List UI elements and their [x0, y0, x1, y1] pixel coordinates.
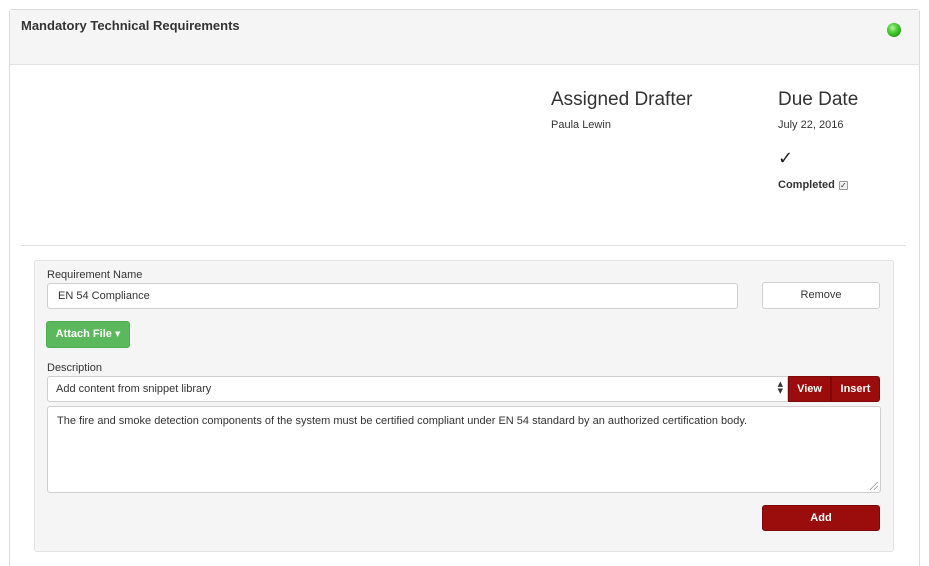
status-indicator-icon [887, 23, 901, 37]
description-label: Description [47, 362, 103, 374]
resize-grip-icon[interactable] [870, 482, 878, 490]
snippet-library-select[interactable]: Add content from snippet library ▲ ▼ [47, 376, 788, 402]
checkmark-icon: ✓ [778, 148, 794, 169]
requirement-name-label: Requirement Name [47, 269, 143, 281]
assigned-drafter-heading: Assigned Drafter [551, 89, 693, 110]
remove-button[interactable]: Remove [762, 282, 880, 309]
description-text: The fire and smoke detection components … [57, 415, 748, 427]
section-divider [21, 245, 906, 246]
add-button[interactable]: Add [762, 505, 880, 531]
completed-status: Completed ✓ [778, 179, 848, 191]
description-textarea[interactable]: The fire and smoke detection components … [47, 406, 881, 493]
assigned-drafter-name: Paula Lewin [551, 119, 611, 131]
completed-checkbox[interactable]: ✓ [838, 180, 848, 190]
view-snippet-button[interactable]: View [788, 376, 831, 402]
select-arrows-icon: ▲ ▼ [777, 380, 783, 395]
attach-file-button[interactable]: Attach File ▼ [46, 321, 130, 348]
insert-snippet-button[interactable]: Insert [831, 376, 880, 402]
due-date-value: July 22, 2016 [778, 119, 844, 131]
completed-label: Completed [778, 179, 835, 191]
panel-header: Mandatory Technical Requirements [10, 10, 919, 65]
attach-file-label: Attach File [55, 328, 112, 340]
snippet-select-value: Add content from snippet library [56, 383, 212, 395]
requirement-name-input[interactable]: EN 54 Compliance [47, 283, 738, 309]
due-date-heading: Due Date [778, 89, 859, 110]
panel-title: Mandatory Technical Requirements [21, 18, 240, 33]
caret-down-icon: ▼ [114, 330, 121, 338]
